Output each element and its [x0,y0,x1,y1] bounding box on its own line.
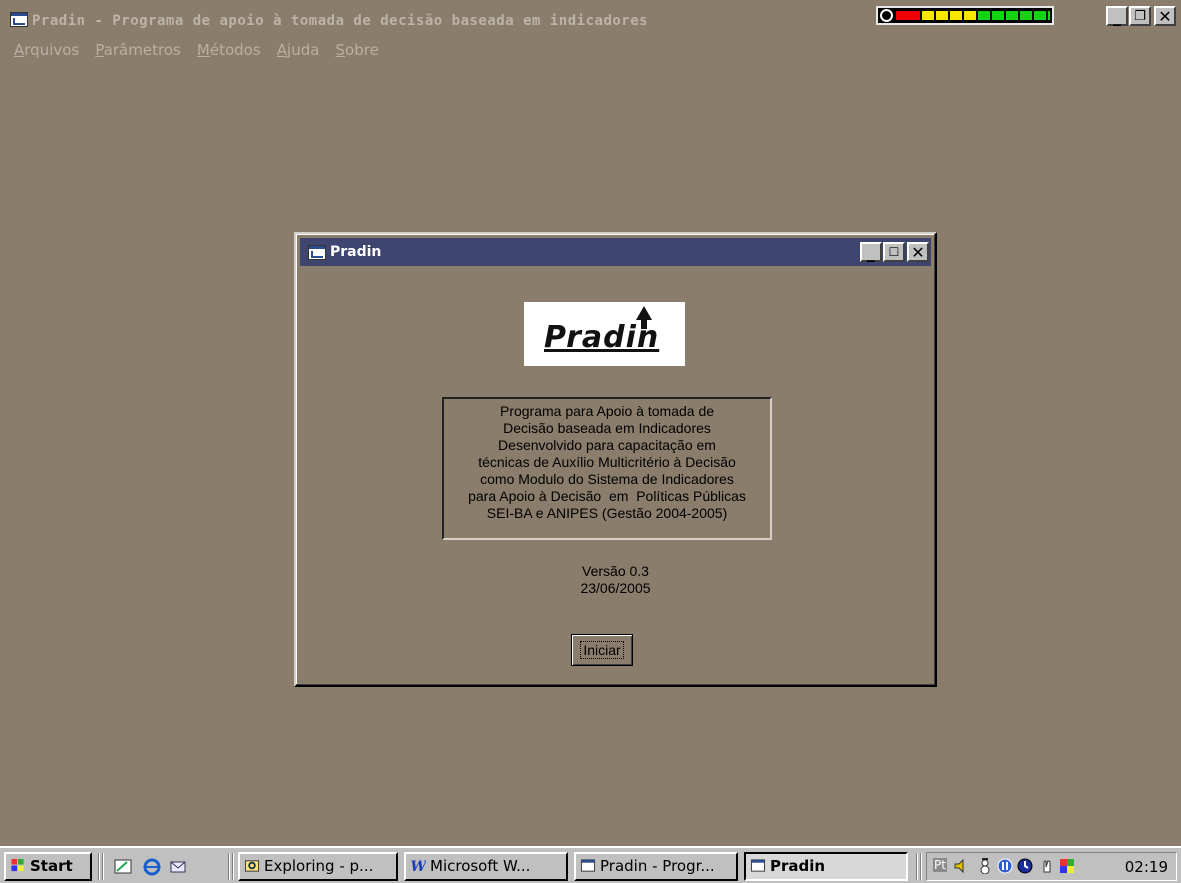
description-line: SEI-BA e ANIPES (Gestão 2004-2005) [486,505,728,521]
main-window-title: Pradin - Programa de apoio à tomada de d… [32,13,649,29]
windows-logo-icon [11,858,24,872]
restore-button[interactable]: ❐ [1129,6,1151,26]
window-icon [750,859,766,872]
menu-metodos[interactable]: Métodos [197,41,261,59]
description-box: Programa para Apoio à tomada de Decisão … [442,397,772,540]
maximize-icon: ☐ [888,245,900,259]
svg-text:W: W [411,859,427,873]
main-window-titlebar: Pradin - Programa de apoio à tomada de d… [0,0,1181,40]
task-exploring[interactable]: Exploring - p... [238,852,398,881]
close-icon: ✕ [911,243,925,262]
language-indicator[interactable]: Pt [933,858,947,872]
dialog-window-icon[interactable] [308,245,326,260]
start-button[interactable]: Start [4,852,92,881]
version-date: 23/06/2005 [580,580,651,596]
restore-icon: ❐ [1134,9,1146,24]
pradin-logo: Pradin [524,302,685,366]
dialog-close-button[interactable]: ✕ [907,242,929,262]
network-icon[interactable] [1059,858,1075,874]
description-line: como Modulo do Sistema de Indicadores [480,471,734,487]
close-button[interactable]: ✕ [1154,6,1176,26]
window-icon [580,859,596,872]
minimize-button[interactable]: _ [1106,6,1128,26]
task-microsoft-word[interactable]: W Microsoft W... [404,852,568,881]
menu-arquivos[interactable]: Arquivos [14,41,79,59]
pause-icon[interactable] [997,858,1013,874]
hand-icon[interactable] [1039,858,1055,874]
snowman-icon[interactable] [977,858,993,874]
word-icon: W [411,859,427,873]
system-tray: Pt 02:19 [926,852,1177,881]
volume-meter-icon [876,6,1054,25]
internet-explorer-icon[interactable] [142,857,162,877]
clock[interactable]: 02:19 [1125,858,1168,876]
description-line: para Apoio à Decisão em Políticas Públic… [468,488,746,504]
description-line: técnicas de Auxílio Multicritério à Deci… [478,454,736,470]
close-icon: ✕ [1158,7,1172,26]
description-line: Programa para Apoio à tomada de [499,403,715,419]
menu-sobre[interactable]: Sobre [336,41,379,59]
outlook-express-icon[interactable] [168,857,188,877]
minimize-icon: _ [867,243,875,262]
version-label: Versão 0.3 [582,563,649,579]
taskbar: Start Exploring - p... W Microsoft W... … [0,846,1181,883]
logo-arrow-icon [636,306,652,320]
minimize-icon: _ [1113,7,1121,26]
menu-parametros[interactable]: Parâmetros [95,41,180,59]
iniciar-button[interactable]: Iniciar [571,634,633,666]
clock-icon[interactable] [1017,858,1033,874]
description-line: Decisão baseada em Indicadores [503,420,711,436]
explorer-icon [244,860,260,872]
menu-ajuda[interactable]: Ajuda [277,41,320,59]
task-pradin-programa[interactable]: Pradin - Progr... [574,852,738,881]
description-line: Desenvolvido para capacitação em [498,437,716,453]
show-desktop-icon[interactable] [113,857,133,877]
menu-bar: Arquivos Parâmetros Métodos Ajuda Sobre [14,40,390,62]
task-pradin[interactable]: Pradin [744,852,908,881]
speaker-icon[interactable] [953,858,969,874]
dialog-titlebar: Pradin _ ☐ ✕ [300,238,931,266]
version-info: Versão 0.3 23/06/2005 [296,563,935,597]
dialog-maximize-button[interactable]: ☐ [883,242,905,262]
app-window-icon[interactable] [10,12,28,27]
dialog-minimize-button[interactable]: _ [860,242,882,262]
dialog-title: Pradin [330,244,382,260]
pradin-dialog: Pradin _ ☐ ✕ Pradin Programa para Apoio … [294,232,937,687]
